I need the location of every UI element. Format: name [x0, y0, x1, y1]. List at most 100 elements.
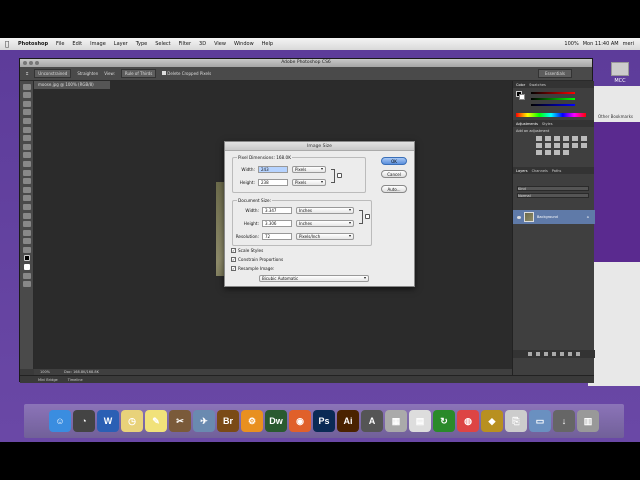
- gradient-map-icon[interactable]: [554, 150, 560, 155]
- pen-tool-icon[interactable]: [22, 203, 31, 210]
- close-icon[interactable]: [23, 61, 27, 65]
- cancel-button[interactable]: Cancel: [381, 170, 407, 178]
- menu-select[interactable]: Select: [151, 41, 174, 47]
- path-select-tool-icon[interactable]: [22, 221, 31, 228]
- hue-saturation-icon[interactable]: [581, 136, 587, 141]
- lasso-tool-icon[interactable]: [22, 100, 31, 107]
- delete-cropped-checkbox[interactable]: Delete Cropped Pixels: [162, 71, 211, 76]
- workspace-switcher[interactable]: Essentials: [537, 69, 572, 78]
- gradient-tool-icon[interactable]: [22, 178, 31, 185]
- layer-style-icon[interactable]: [536, 352, 540, 356]
- curves-icon[interactable]: [554, 136, 560, 141]
- layer-kind-filter[interactable]: Kind: [517, 186, 589, 191]
- healing-tool-icon[interactable]: [22, 135, 31, 142]
- trash-icon[interactable]: [576, 352, 580, 356]
- doc-height-input[interactable]: 3.306: [262, 220, 292, 227]
- dashboard-icon[interactable]: ◔: [73, 410, 95, 432]
- minimize-icon[interactable]: [29, 61, 33, 65]
- eraser-tool-icon[interactable]: [22, 169, 31, 176]
- foreground-color-swatch[interactable]: [23, 255, 30, 262]
- menu-layer[interactable]: Layer: [110, 41, 132, 47]
- type-tool-icon[interactable]: [22, 212, 31, 219]
- quick-mask-icon[interactable]: [22, 272, 31, 279]
- preview-icon[interactable]: ✈: [193, 410, 215, 432]
- tab-timeline[interactable]: Timeline: [68, 378, 83, 382]
- menu-view[interactable]: View: [210, 41, 230, 47]
- doc-height-unit-select[interactable]: Inches: [296, 220, 354, 227]
- menu-type[interactable]: Type: [132, 41, 151, 47]
- tools-icon[interactable]: ✂: [169, 410, 191, 432]
- brush-tool-icon[interactable]: [22, 143, 31, 150]
- add-mask-icon[interactable]: [544, 352, 548, 356]
- new-layer-icon[interactable]: [568, 352, 572, 356]
- blue-slider[interactable]: [531, 104, 575, 106]
- straighten-button[interactable]: Straighten: [77, 71, 98, 76]
- threshold-icon[interactable]: [545, 150, 551, 155]
- channel-mixer-icon[interactable]: [563, 143, 569, 148]
- shield-icon[interactable]: ◆: [481, 410, 503, 432]
- crop-tool-icon[interactable]: ⌗: [26, 71, 28, 76]
- auto-button[interactable]: Auto...: [381, 185, 407, 193]
- tab-mini-bridge[interactable]: Mini Bridge: [38, 378, 58, 382]
- tab-paths[interactable]: Paths: [552, 169, 562, 173]
- color-lookup-icon[interactable]: [572, 143, 578, 148]
- constrain-proportions-checkbox[interactable]: ✓: [231, 257, 236, 262]
- selective-color-icon[interactable]: [563, 150, 569, 155]
- hand-tool-icon[interactable]: [22, 238, 31, 245]
- pixel-height-unit-select[interactable]: Pixels: [292, 179, 326, 186]
- clock-icon[interactable]: ◷: [121, 410, 143, 432]
- stickies-icon[interactable]: ✎: [145, 410, 167, 432]
- new-adjustment-icon[interactable]: [552, 352, 556, 356]
- blur-tool-icon[interactable]: [22, 186, 31, 193]
- bridge-icon[interactable]: Br: [217, 410, 239, 432]
- layer-row-background[interactable]: Background ⌂: [513, 210, 595, 224]
- quick-select-tool-icon[interactable]: [22, 109, 31, 116]
- dreamweaver-icon[interactable]: Dw: [265, 410, 287, 432]
- document-tab[interactable]: moose.jpg @ 100% (RGB/8): [34, 81, 110, 89]
- tab-channels[interactable]: Channels: [532, 169, 548, 173]
- word-icon[interactable]: W: [97, 410, 119, 432]
- new-group-icon[interactable]: [560, 352, 564, 356]
- background-browser-window[interactable]: Other Bookmarks: [588, 86, 640, 386]
- visibility-eye-icon[interactable]: [517, 215, 521, 219]
- history-brush-tool-icon[interactable]: [22, 160, 31, 167]
- marquee-tool-icon[interactable]: [22, 92, 31, 99]
- text-icon[interactable]: A: [361, 410, 383, 432]
- zoom-level[interactable]: 100%: [40, 370, 50, 374]
- color-balance-icon[interactable]: [536, 143, 542, 148]
- folder-icon[interactable]: ▭: [529, 410, 551, 432]
- zoom-tool-icon[interactable]: [22, 246, 31, 253]
- tab-layers[interactable]: Layers: [516, 169, 528, 173]
- scale-styles-checkbox[interactable]: ✓: [231, 248, 236, 253]
- move-tool-icon[interactable]: [22, 83, 31, 90]
- zoom-icon[interactable]: [35, 61, 39, 65]
- other-bookmarks[interactable]: Other Bookmarks: [598, 114, 633, 119]
- posterize-icon[interactable]: [536, 150, 542, 155]
- menu-file[interactable]: File: [52, 41, 68, 47]
- firefox-icon[interactable]: ◉: [289, 410, 311, 432]
- clock[interactable]: Mon 11:40 AM: [583, 41, 619, 47]
- pixel-height-input[interactable]: 238: [258, 179, 288, 186]
- menu-photoshop[interactable]: Photoshop: [14, 41, 52, 47]
- tab-styles[interactable]: Styles: [542, 122, 553, 126]
- brightness-icon[interactable]: [536, 136, 542, 141]
- calculator-icon[interactable]: ▤: [409, 410, 431, 432]
- apple-icon[interactable]: : [0, 40, 14, 48]
- menu-image[interactable]: Image: [86, 41, 110, 47]
- illustrator-icon[interactable]: Ai: [337, 410, 359, 432]
- panel-background-swatch[interactable]: [519, 94, 525, 100]
- battery-status[interactable]: 100%: [564, 41, 578, 47]
- eyedropper-tool-icon[interactable]: [22, 126, 31, 133]
- doc-width-unit-select[interactable]: Inches: [296, 207, 354, 214]
- red-slider[interactable]: [531, 92, 575, 94]
- grid-icon[interactable]: ▦: [385, 410, 407, 432]
- user-name[interactable]: meri: [623, 41, 634, 47]
- blend-mode-dropdown[interactable]: Normal: [517, 193, 589, 198]
- download-icon[interactable]: ↓: [553, 410, 575, 432]
- desktop-mcc-item[interactable]: MCC: [605, 62, 635, 84]
- ok-button[interactable]: OK: [381, 157, 407, 165]
- constrain-proportions-row[interactable]: ✓ Constrain Proportions: [231, 257, 283, 262]
- photo-filter-icon[interactable]: [554, 143, 560, 148]
- menu-window[interactable]: Window: [230, 41, 258, 47]
- invert-icon[interactable]: [581, 143, 587, 148]
